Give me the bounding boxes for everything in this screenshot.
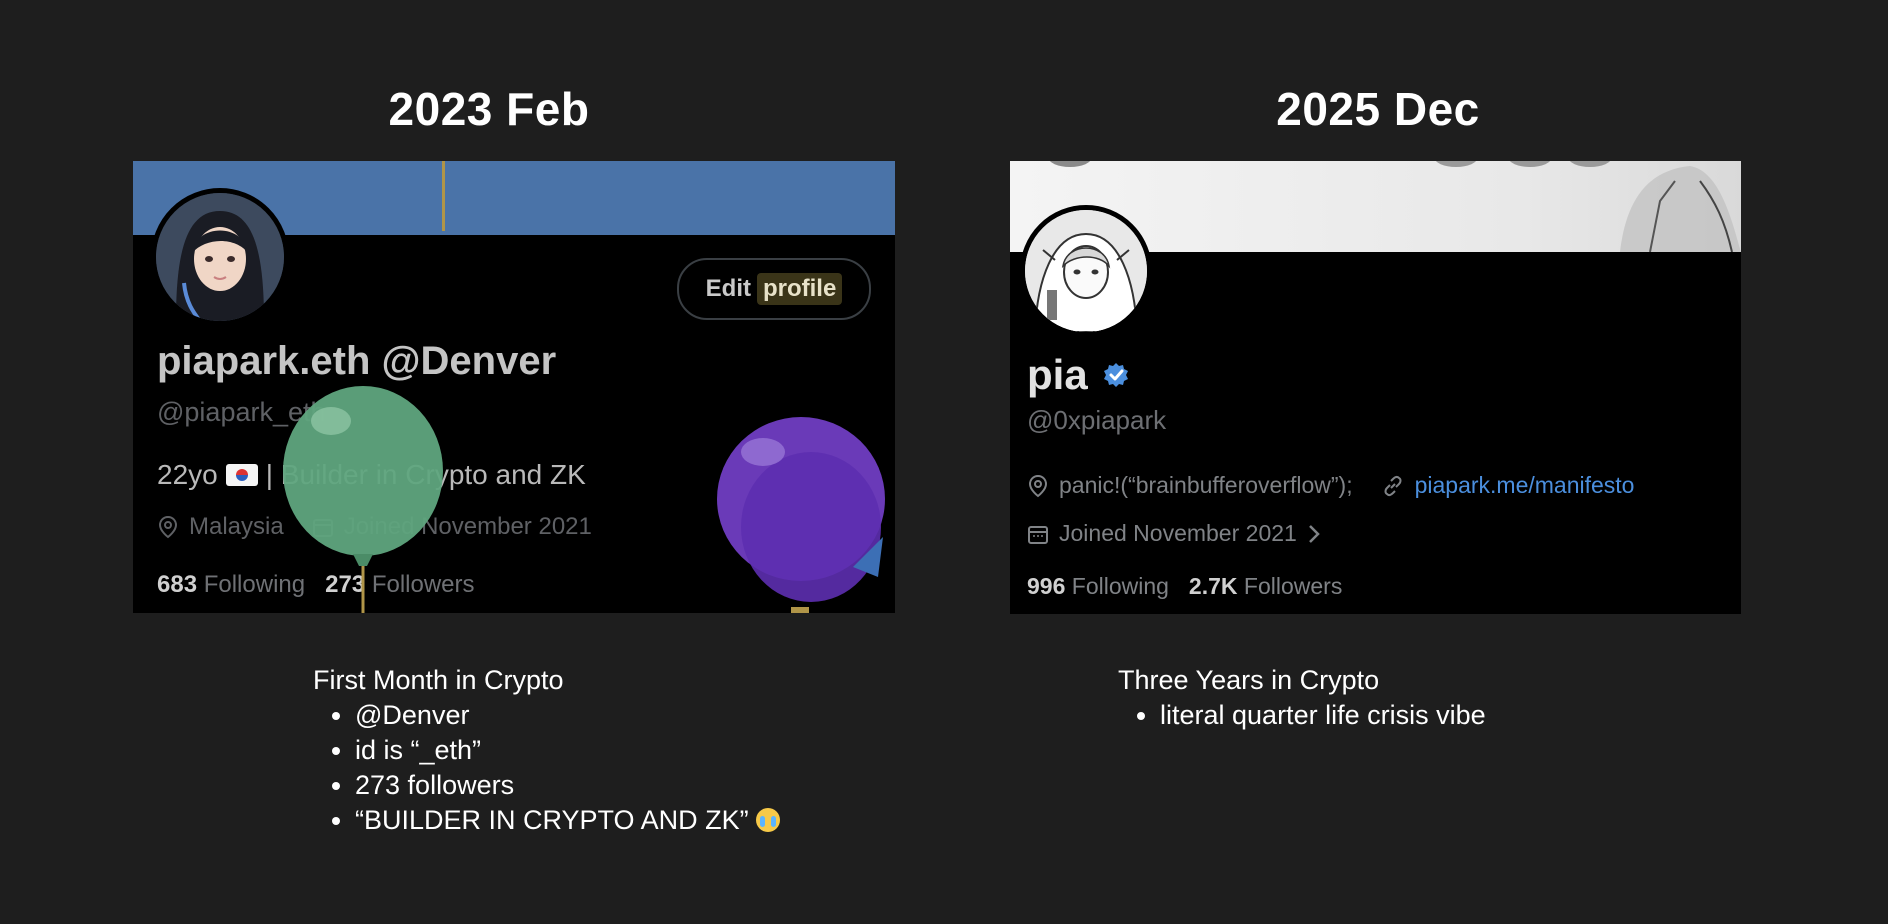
right-heading: 2025 Dec — [1276, 83, 1480, 135]
following-count: 683 — [157, 571, 198, 598]
handle: @0xpiapark — [1027, 405, 1167, 435]
location-pin-icon — [1028, 474, 1048, 497]
joined-date: Joined November 2021 — [1059, 520, 1297, 546]
link-icon — [1384, 475, 1402, 496]
following-count: 996 — [1027, 573, 1066, 599]
calendar-icon — [1028, 525, 1048, 544]
list-item: id is “_eth” — [355, 733, 780, 768]
edit-profile-button[interactable]: Edit profile — [677, 258, 871, 320]
following-link[interactable]: 996 Following — [1027, 573, 1169, 600]
display-name-text: pia — [1027, 351, 1088, 398]
left-heading: 2023 Feb — [388, 83, 590, 135]
profile-meta: panic!(“brainbufferoverflow”); piapark.m… — [1027, 472, 1634, 499]
notes-title: First Month in Crypto — [313, 665, 564, 695]
list-item: @Denver — [355, 698, 780, 733]
joined-row: Joined November 2021 — [1027, 520, 1321, 547]
list-item: 273 followers — [355, 768, 780, 803]
avatar[interactable] — [151, 188, 289, 326]
location-text: panic!(“brainbufferoverflow”); — [1059, 472, 1353, 498]
following-label: Following — [1071, 573, 1169, 599]
website-link[interactable]: piapark.me/manifesto — [1415, 472, 1635, 499]
avatar[interactable] — [1020, 205, 1152, 337]
crying-face-icon — [756, 808, 781, 832]
korea-flag-icon — [225, 464, 258, 486]
green-balloon-icon — [283, 386, 443, 613]
edit-button-highlight: profile — [756, 273, 843, 305]
notes-list: literal quarter life crisis vibe — [1118, 698, 1486, 733]
location-text: Malaysia — [189, 513, 284, 540]
list-item-text: “BUILDER IN CRYPTO AND ZK” — [355, 805, 749, 835]
display-name: piapark.eth @Denver — [157, 339, 557, 383]
display-name: pia — [1027, 351, 1132, 399]
left-notes: First Month in Crypto @Denver id is “_et… — [313, 663, 781, 838]
followers-count: 2.7K — [1188, 573, 1238, 599]
profile-card-2023: Edit profile piapark.eth @Denver @piapar… — [133, 161, 895, 613]
verified-badge-icon — [1103, 363, 1128, 387]
bio-age: 22yo — [157, 459, 218, 490]
notes-list: @Denver id is “_eth” 273 followers “BUIL… — [313, 698, 781, 838]
purple-balloon-icon — [717, 417, 885, 613]
followers-link[interactable]: 2.7K Followers — [1189, 573, 1342, 600]
list-item: “BUILDER IN CRYPTO AND ZK” — [355, 803, 781, 838]
list-item: literal quarter life crisis vibe — [1160, 698, 1486, 733]
right-notes: Three Years in Crypto literal quarter li… — [1118, 663, 1486, 733]
location-pin-icon — [158, 515, 178, 539]
chevron-right-icon[interactable] — [1307, 523, 1321, 545]
notes-title: Three Years in Crypto — [1118, 665, 1380, 695]
follow-stats: 996 Following 2.7K Followers — [1027, 573, 1342, 600]
followers-label: Followers — [1243, 573, 1343, 599]
edit-button-label: Edit — [705, 275, 751, 302]
profile-card-2025: pia @0xpiapark panic!(“brainbufferoverfl… — [1010, 161, 1741, 614]
